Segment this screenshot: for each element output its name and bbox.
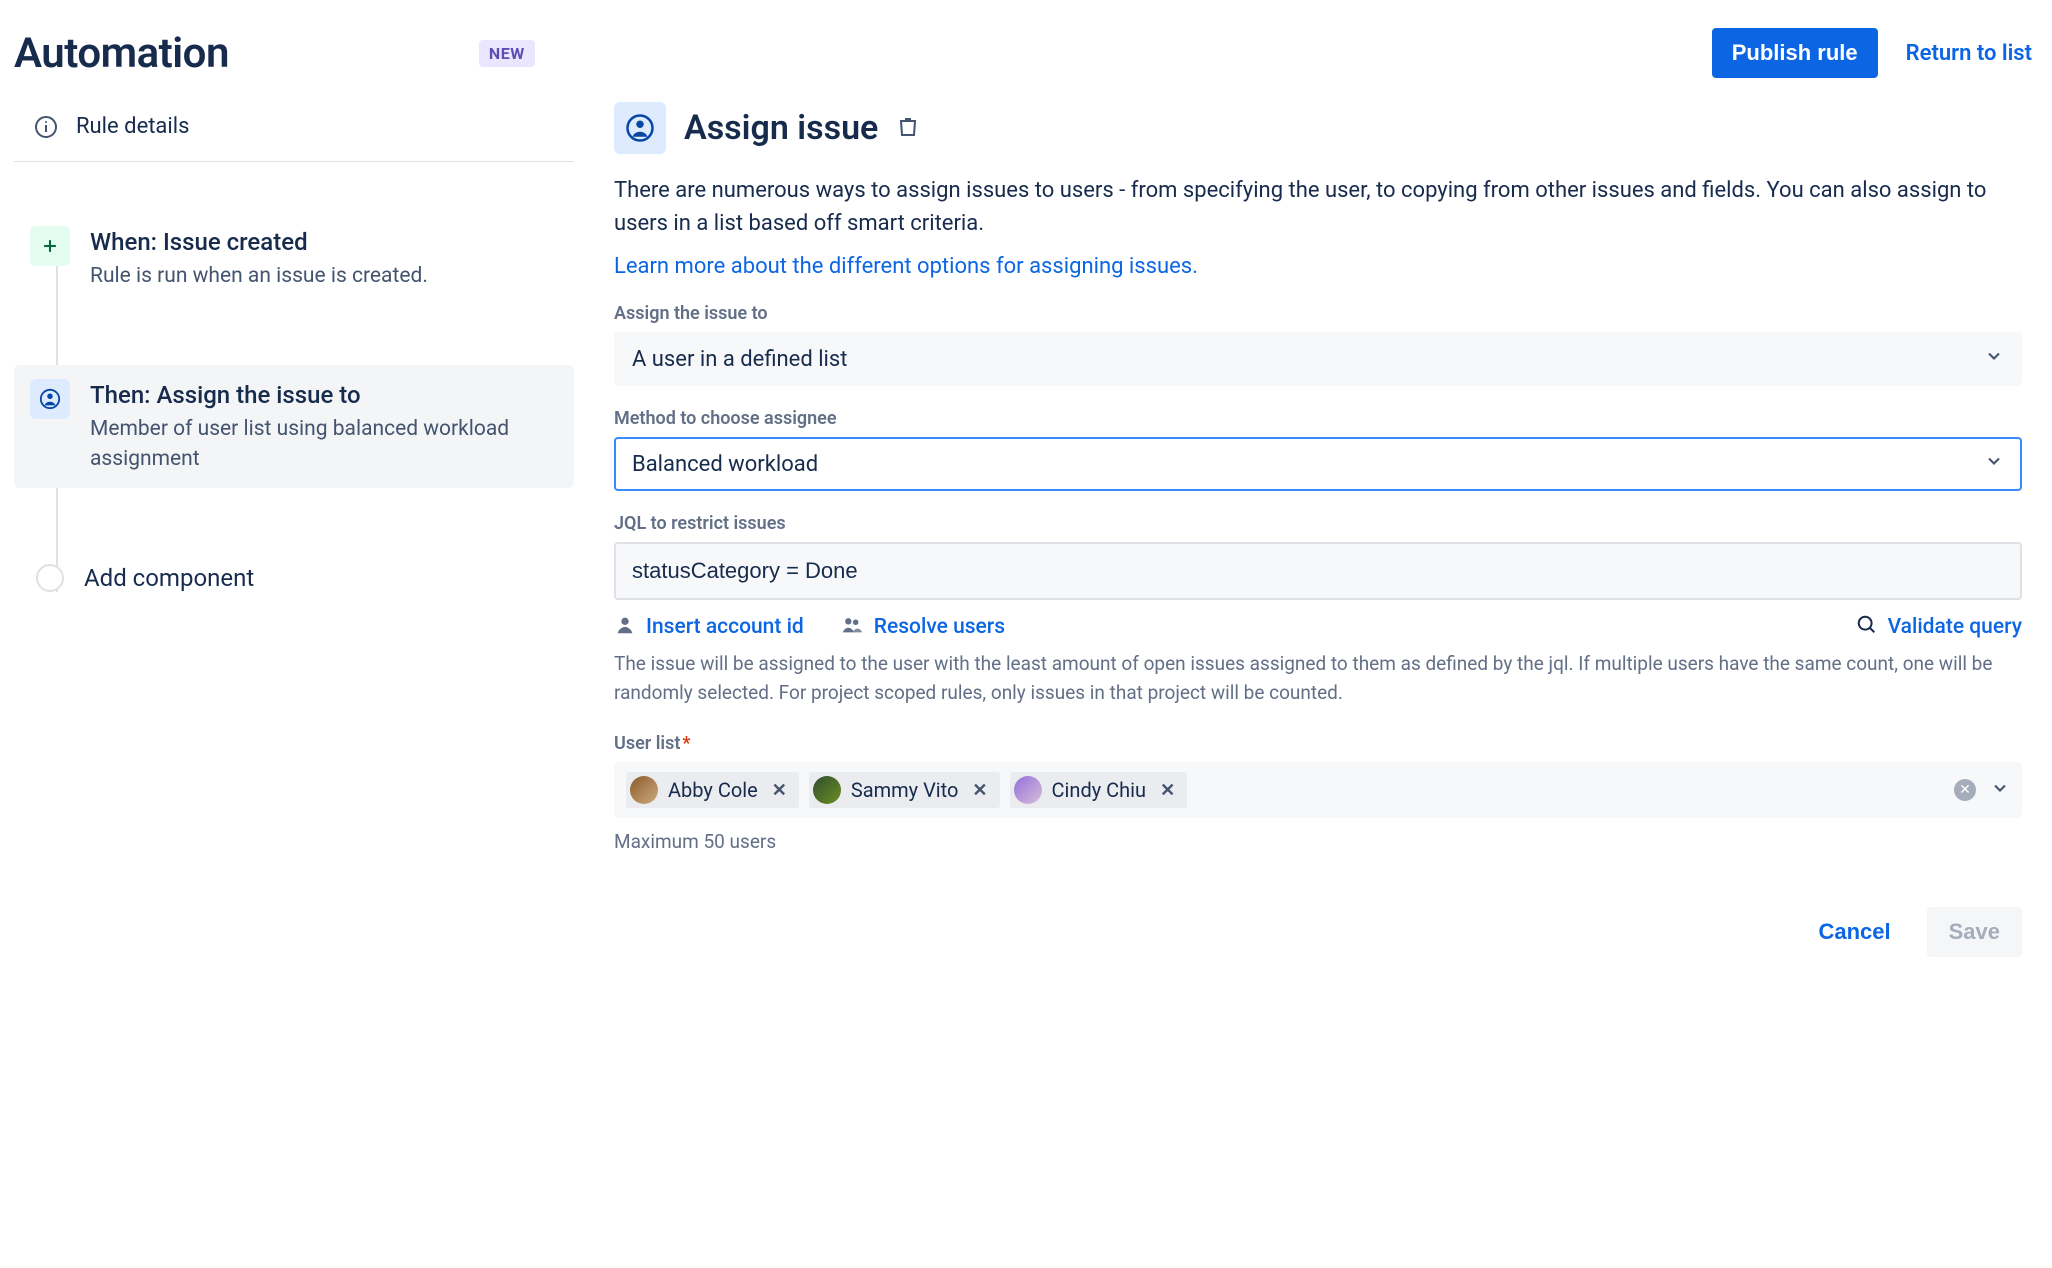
user-icon [614, 614, 636, 640]
info-icon [34, 115, 58, 139]
method-value: Balanced workload [632, 452, 818, 477]
hollow-circle-icon [36, 564, 64, 592]
learn-more-link[interactable]: Learn more about the different options f… [614, 254, 1198, 279]
step-title: Then: Assign the issue to [90, 381, 558, 409]
chevron-down-icon [1984, 451, 2004, 477]
rule-details-link[interactable]: Rule details [14, 102, 574, 162]
sidebar: Rule details When: Issue created Rule is… [14, 102, 574, 957]
rule-details-label: Rule details [76, 114, 189, 139]
save-button: Save [1927, 907, 2022, 957]
step-subtitle: Rule is run when an issue is created. [90, 262, 428, 291]
user-name: Abby Cole [668, 778, 758, 802]
insert-account-id-label: Insert account id [646, 615, 804, 639]
validate-query-link[interactable]: Validate query [1856, 614, 2022, 640]
user-list-hint: Maximum 50 users [614, 828, 2022, 857]
remove-user-icon[interactable]: ✕ [968, 780, 991, 801]
add-component-button[interactable]: Add component [14, 548, 574, 612]
trash-icon[interactable] [896, 114, 920, 142]
user-list-label: User list* [614, 733, 2022, 754]
user-tag: Abby Cole ✕ [626, 772, 799, 808]
chevron-down-icon[interactable] [1990, 778, 2010, 802]
resolve-users-link[interactable]: Resolve users [840, 614, 1005, 640]
method-select[interactable]: Balanced workload [614, 437, 2022, 491]
assign-user-icon [614, 102, 666, 154]
avatar [630, 776, 658, 804]
search-icon [1856, 614, 1878, 640]
plus-icon [30, 226, 70, 266]
panel-description: There are numerous ways to assign issues… [614, 174, 2022, 240]
assign-to-select[interactable]: A user in a defined list [614, 332, 2022, 386]
top-bar: Automation NEW Publish rule Return to li… [14, 20, 2032, 102]
step-subtitle: Member of user list using balanced workl… [90, 415, 558, 474]
remove-user-icon[interactable]: ✕ [768, 780, 791, 801]
chevron-down-icon [1984, 346, 2004, 372]
add-component-label: Add component [84, 564, 254, 592]
user-name: Cindy Chiu [1052, 778, 1147, 802]
user-list-multiselect[interactable]: Abby Cole ✕ Sammy Vito ✕ Cindy Chiu ✕ [614, 762, 2022, 818]
validate-query-label: Validate query [1888, 615, 2022, 639]
user-name: Sammy Vito [851, 778, 959, 802]
step-then-assign-issue[interactable]: Then: Assign the issue to Member of user… [14, 365, 574, 488]
step-title: When: Issue created [90, 228, 428, 256]
avatar [813, 776, 841, 804]
step-when-issue-created[interactable]: When: Issue created Rule is run when an … [14, 212, 574, 305]
users-icon [840, 614, 864, 640]
jql-input[interactable] [614, 542, 2022, 600]
assign-to-label: Assign the issue to [614, 303, 2022, 324]
publish-rule-button[interactable]: Publish rule [1712, 28, 1878, 78]
assign-to-value: A user in a defined list [632, 347, 847, 372]
user-tag: Sammy Vito ✕ [809, 772, 1000, 808]
required-indicator: * [682, 733, 690, 754]
insert-account-id-link[interactable]: Insert account id [614, 614, 804, 640]
cancel-button[interactable]: Cancel [1802, 907, 1906, 957]
remove-user-icon[interactable]: ✕ [1156, 780, 1179, 801]
main-panel: Assign issue There are numerous ways to … [614, 102, 2032, 957]
jql-help-text: The issue will be assigned to the user w… [614, 650, 2022, 707]
resolve-users-label: Resolve users [874, 615, 1005, 639]
page-title: Automation [14, 29, 229, 78]
jql-label: JQL to restrict issues [614, 513, 2022, 534]
user-tag: Cindy Chiu ✕ [1010, 772, 1188, 808]
panel-title: Assign issue [684, 108, 878, 148]
assign-user-icon [30, 379, 70, 419]
new-badge: NEW [479, 40, 535, 67]
method-label: Method to choose assignee [614, 408, 2022, 429]
avatar [1014, 776, 1042, 804]
return-to-list-link[interactable]: Return to list [1906, 41, 2032, 66]
clear-all-icon[interactable]: ✕ [1954, 779, 1976, 801]
